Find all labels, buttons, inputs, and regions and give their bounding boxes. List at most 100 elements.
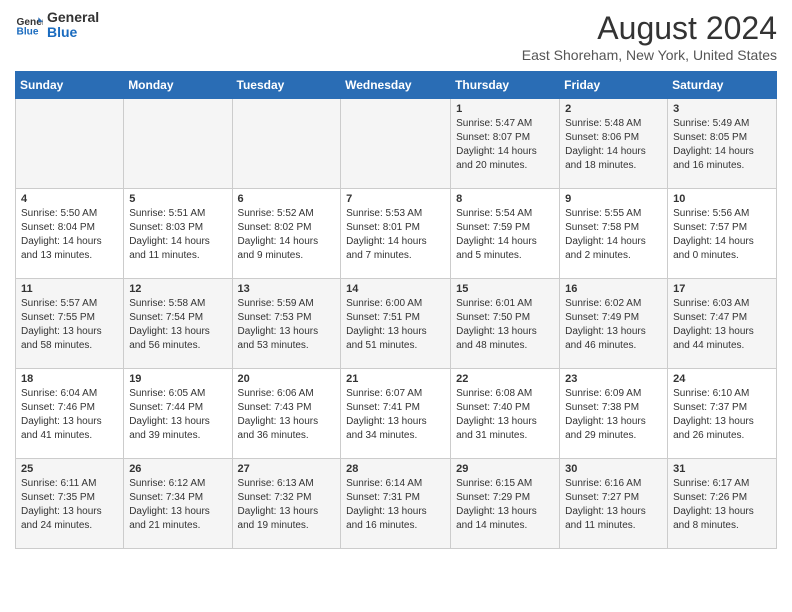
day-info: Sunrise: 6:02 AM Sunset: 7:49 PM Dayligh… [565,297,662,353]
week-row-3: 11 Sunrise: 5:57 AM Sunset: 7:55 PM Dayli… [16,279,777,369]
day-info: Sunrise: 5:55 AM Sunset: 7:58 PM Dayligh… [565,207,662,263]
calendar-cell: 20 Sunrise: 6:06 AM Sunset: 7:43 PM Dayli… [232,369,341,459]
day-number: 12 [129,283,226,295]
day-info: Sunrise: 6:00 AM Sunset: 7:51 PM Dayligh… [346,297,445,353]
week-row-1: 1 Sunrise: 5:47 AM Sunset: 8:07 PM Daylig… [16,99,777,189]
day-info: Sunrise: 6:06 AM Sunset: 7:43 PM Dayligh… [238,387,336,443]
calendar-cell: 16 Sunrise: 6:02 AM Sunset: 7:49 PM Dayli… [560,279,668,369]
logo: General Blue General Blue [15,10,99,41]
day-header-thursday: Thursday [451,72,560,99]
calendar-cell: 19 Sunrise: 6:05 AM Sunset: 7:44 PM Dayli… [124,369,232,459]
day-header-friday: Friday [560,72,668,99]
calendar-cell: 1 Sunrise: 5:47 AM Sunset: 8:07 PM Daylig… [451,99,560,189]
day-number: 26 [129,463,226,475]
day-number: 13 [238,283,336,295]
day-number: 6 [238,193,336,205]
day-number: 7 [346,193,445,205]
day-number: 17 [673,283,771,295]
day-info: Sunrise: 6:13 AM Sunset: 7:32 PM Dayligh… [238,477,336,533]
logo-icon: General Blue [15,11,43,39]
day-info: Sunrise: 6:03 AM Sunset: 7:47 PM Dayligh… [673,297,771,353]
day-header-wednesday: Wednesday [341,72,451,99]
week-row-2: 4 Sunrise: 5:50 AM Sunset: 8:04 PM Daylig… [16,189,777,279]
header: General Blue General Blue August 2024 Ea… [15,10,777,63]
calendar-cell [124,99,232,189]
calendar-cell: 2 Sunrise: 5:48 AM Sunset: 8:06 PM Daylig… [560,99,668,189]
day-header-sunday: Sunday [16,72,124,99]
day-info: Sunrise: 5:53 AM Sunset: 8:01 PM Dayligh… [346,207,445,263]
day-info: Sunrise: 5:59 AM Sunset: 7:53 PM Dayligh… [238,297,336,353]
day-info: Sunrise: 6:08 AM Sunset: 7:40 PM Dayligh… [456,387,554,443]
calendar-cell: 25Sunrise: 6:11 AM Sunset: 7:35 PM Dayli… [16,459,124,549]
calendar-cell: 27 Sunrise: 6:13 AM Sunset: 7:32 PM Dayli… [232,459,341,549]
day-number: 31 [673,463,771,475]
calendar-cell: 28Sunrise: 6:14 AM Sunset: 7:31 PM Dayli… [341,459,451,549]
day-number: 25 [21,463,118,475]
title-section: August 2024 East Shoreham, New York, Uni… [522,10,777,63]
day-info: Sunrise: 5:50 AM Sunset: 8:04 PM Dayligh… [21,207,118,263]
calendar-cell: 10Sunrise: 5:56 AM Sunset: 7:57 PM Dayli… [668,189,777,279]
calendar-cell: 15Sunrise: 6:01 AM Sunset: 7:50 PM Dayli… [451,279,560,369]
calendar-cell: 8Sunrise: 5:54 AM Sunset: 7:59 PM Daylig… [451,189,560,279]
week-row-5: 25Sunrise: 6:11 AM Sunset: 7:35 PM Dayli… [16,459,777,549]
day-number: 23 [565,373,662,385]
day-number: 27 [238,463,336,475]
day-number: 2 [565,103,662,115]
calendar-cell: 14 Sunrise: 6:00 AM Sunset: 7:51 PM Dayli… [341,279,451,369]
calendar-cell: 4 Sunrise: 5:50 AM Sunset: 8:04 PM Daylig… [16,189,124,279]
day-info: Sunrise: 5:48 AM Sunset: 8:06 PM Dayligh… [565,117,662,173]
calendar-cell: 12 Sunrise: 5:58 AM Sunset: 7:54 PM Dayli… [124,279,232,369]
calendar-cell: 21 Sunrise: 6:07 AM Sunset: 7:41 PM Dayli… [341,369,451,459]
day-number: 4 [21,193,118,205]
calendar-cell: 31 Sunrise: 6:17 AM Sunset: 7:26 PM Dayli… [668,459,777,549]
day-info: Sunrise: 6:07 AM Sunset: 7:41 PM Dayligh… [346,387,445,443]
day-number: 20 [238,373,336,385]
day-info: Sunrise: 6:17 AM Sunset: 7:26 PM Dayligh… [673,477,771,533]
calendar-cell: 24Sunrise: 6:10 AM Sunset: 7:37 PM Dayli… [668,369,777,459]
calendar-cell: 11 Sunrise: 5:57 AM Sunset: 7:55 PM Dayli… [16,279,124,369]
day-number: 19 [129,373,226,385]
day-number: 11 [21,283,118,295]
day-info: Sunrise: 5:54 AM Sunset: 7:59 PM Dayligh… [456,207,554,263]
calendar-cell: 3Sunrise: 5:49 AM Sunset: 8:05 PM Daylig… [668,99,777,189]
day-number: 14 [346,283,445,295]
day-info: Sunrise: 6:12 AM Sunset: 7:34 PM Dayligh… [129,477,226,533]
day-number: 5 [129,193,226,205]
calendar-cell: 22 Sunrise: 6:08 AM Sunset: 7:40 PM Dayli… [451,369,560,459]
day-header-tuesday: Tuesday [232,72,341,99]
day-number: 29 [456,463,554,475]
logo-general-text: General [47,10,99,25]
day-info: Sunrise: 5:51 AM Sunset: 8:03 PM Dayligh… [129,207,226,263]
calendar-cell: 5 Sunrise: 5:51 AM Sunset: 8:03 PM Daylig… [124,189,232,279]
calendar-cell: 30 Sunrise: 6:16 AM Sunset: 7:27 PM Dayli… [560,459,668,549]
day-info: Sunrise: 5:49 AM Sunset: 8:05 PM Dayligh… [673,117,771,173]
calendar-cell [232,99,341,189]
day-number: 21 [346,373,445,385]
day-number: 18 [21,373,118,385]
logo-blue-text: Blue [47,25,99,40]
day-info: Sunrise: 6:01 AM Sunset: 7:50 PM Dayligh… [456,297,554,353]
day-info: Sunrise: 6:16 AM Sunset: 7:27 PM Dayligh… [565,477,662,533]
day-number: 16 [565,283,662,295]
calendar-cell: 17 Sunrise: 6:03 AM Sunset: 7:47 PM Dayli… [668,279,777,369]
day-number: 30 [565,463,662,475]
day-info: Sunrise: 5:47 AM Sunset: 8:07 PM Dayligh… [456,117,554,173]
calendar-cell: 29Sunrise: 6:15 AM Sunset: 7:29 PM Dayli… [451,459,560,549]
day-info: Sunrise: 5:58 AM Sunset: 7:54 PM Dayligh… [129,297,226,353]
day-number: 24 [673,373,771,385]
calendar-cell [341,99,451,189]
day-info: Sunrise: 6:05 AM Sunset: 7:44 PM Dayligh… [129,387,226,443]
day-info: Sunrise: 5:56 AM Sunset: 7:57 PM Dayligh… [673,207,771,263]
calendar-table: SundayMondayTuesdayWednesdayThursdayFrid… [15,71,777,549]
day-info: Sunrise: 5:57 AM Sunset: 7:55 PM Dayligh… [21,297,118,353]
day-header-saturday: Saturday [668,72,777,99]
calendar-cell: 26 Sunrise: 6:12 AM Sunset: 7:34 PM Dayli… [124,459,232,549]
calendar-cell: 9Sunrise: 5:55 AM Sunset: 7:58 PM Daylig… [560,189,668,279]
day-info: Sunrise: 6:09 AM Sunset: 7:38 PM Dayligh… [565,387,662,443]
calendar-cell: 6Sunrise: 5:52 AM Sunset: 8:02 PM Daylig… [232,189,341,279]
calendar-cell: 13 Sunrise: 5:59 AM Sunset: 7:53 PM Dayli… [232,279,341,369]
calendar-cell: 7 Sunrise: 5:53 AM Sunset: 8:01 PM Daylig… [341,189,451,279]
calendar-cell [16,99,124,189]
day-number: 22 [456,373,554,385]
day-number: 1 [456,103,554,115]
